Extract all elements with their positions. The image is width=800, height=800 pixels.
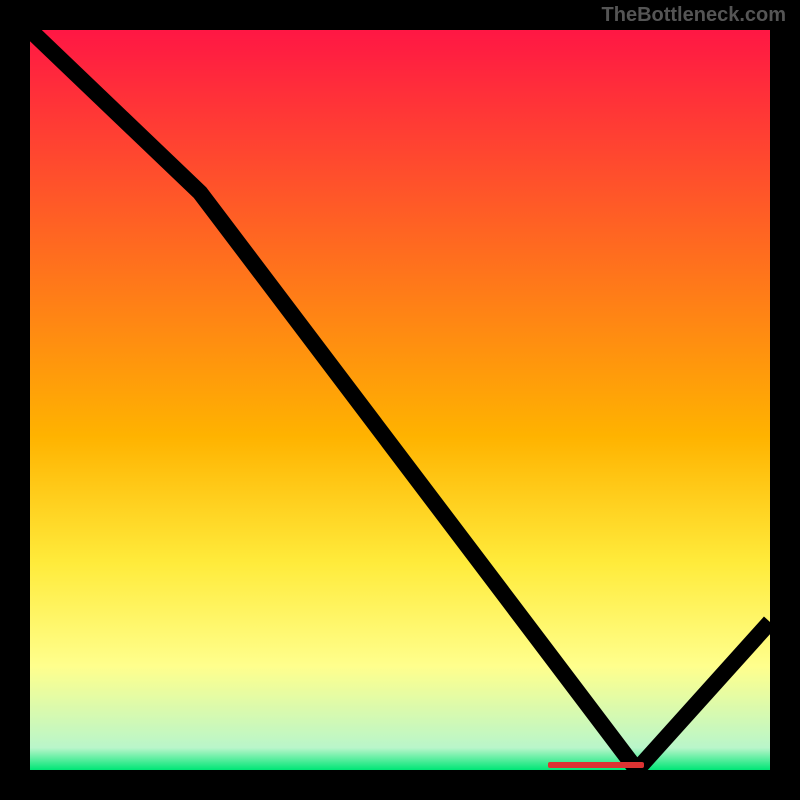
optimal-range-marker [548, 762, 644, 768]
chart-line-layer [30, 30, 770, 770]
bottleneck-curve [30, 30, 770, 770]
chart-plot-area [30, 30, 770, 770]
watermark-text: TheBottleneck.com [602, 4, 786, 27]
